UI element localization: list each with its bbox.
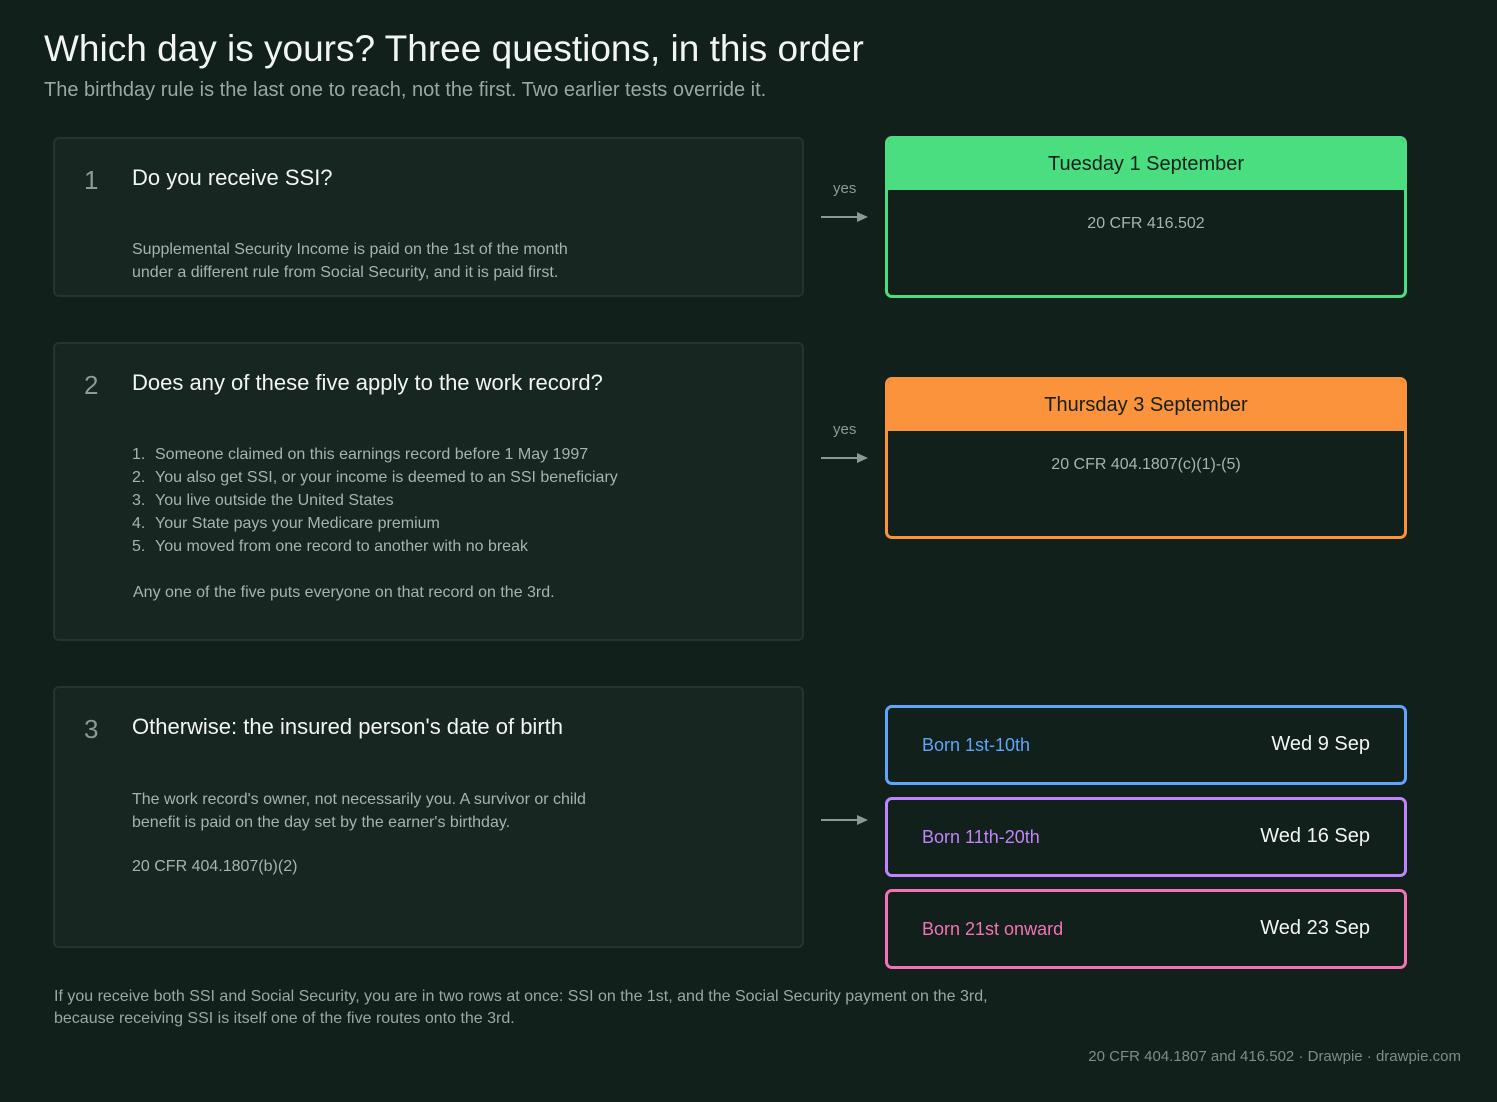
birthday-range-label: Born 21st onward <box>922 919 1064 939</box>
question-card-date-of-birth: 3 Otherwise: the insured person's date o… <box>53 686 804 948</box>
birthday-result-middle: Born 11th-20th Wed 16 Sep <box>885 797 1407 877</box>
question-number: 1 <box>84 165 99 195</box>
footnote-line: because receiving SSI is itself one of t… <box>54 1010 515 1027</box>
question-title: Do you receive SSI? <box>132 165 333 190</box>
result-date: Thursday 3 September <box>888 380 1404 431</box>
arrow-right-icon <box>821 815 868 825</box>
question-number: 2 <box>84 370 99 400</box>
payment-date: Wed 23 Sep <box>1260 917 1370 939</box>
result-card-ssi: Tuesday 1 September 20 CFR 416.502 <box>885 136 1407 298</box>
result-date: Tuesday 1 September <box>888 139 1404 190</box>
question-title: Does any of these five apply to the work… <box>132 370 603 395</box>
description-line: under a different rule from Social Secur… <box>132 264 559 281</box>
birthday-result-early: Born 1st-10th Wed 9 Sep <box>885 705 1407 785</box>
question-card-five-conditions: 2 Does any of these five apply to the wo… <box>53 342 804 641</box>
arrow-right-icon <box>821 212 868 222</box>
list-item: 2. You also get SSI, or your income is de… <box>132 469 618 486</box>
list-item: 5. You moved from one record to another w… <box>132 538 528 555</box>
yes-label: yes <box>833 421 857 438</box>
condition-note: Any one of the five puts everyone on tha… <box>133 584 555 601</box>
description-line: The work record's owner, not necessarily… <box>132 791 586 808</box>
question-description: Supplemental Security Income is paid on … <box>132 238 568 284</box>
birthday-result-late: Born 21st onward Wed 23 Sep <box>885 889 1407 969</box>
payment-date: Wed 16 Sep <box>1260 825 1370 847</box>
birthday-range-label: Born 11th-20th <box>922 827 1040 847</box>
payment-date: Wed 9 Sep <box>1271 733 1370 755</box>
footnote: If you receive both SSI and Social Secur… <box>54 986 988 1030</box>
question-title: Otherwise: the insured person's date of … <box>132 714 563 739</box>
question-description: The work record's owner, not necessarily… <box>132 788 586 834</box>
list-item: 1. Someone claimed on this earnings recor… <box>132 446 589 463</box>
question-citation: 20 CFR 404.1807(b)(2) <box>132 858 298 875</box>
question-card-ssi: 1 Do you receive SSI? Supplemental Secur… <box>53 137 804 297</box>
result-card-third: Thursday 3 September 20 CFR 404.1807(c)(… <box>885 377 1407 539</box>
condition-list: 1. Someone claimed on this earnings recor… <box>132 443 618 558</box>
list-item: 4. Your State pays your Medicare premium <box>132 515 440 532</box>
source-credit: 20 CFR 404.1807 and 416.502 · Drawpie · … <box>1088 1048 1461 1065</box>
result-citation: 20 CFR 404.1807(c)(1)-(5) <box>1051 456 1241 473</box>
description-line: benefit is paid on the day set by the ea… <box>132 814 511 831</box>
yes-label: yes <box>833 180 857 197</box>
footnote-line: If you receive both SSI and Social Secur… <box>54 988 988 1005</box>
result-citation: 20 CFR 416.502 <box>1087 215 1205 232</box>
arrow-right-icon <box>821 453 868 463</box>
birthday-range-label: Born 1st-10th <box>922 735 1031 755</box>
description-line: Supplemental Security Income is paid on … <box>132 241 568 258</box>
page-title: Which day is yours? Three questions, in … <box>44 28 864 69</box>
page-subtitle: The birthday rule is the last one to rea… <box>44 79 767 101</box>
question-number: 3 <box>84 714 99 744</box>
list-item: 3. You live outside the United States <box>132 492 394 509</box>
